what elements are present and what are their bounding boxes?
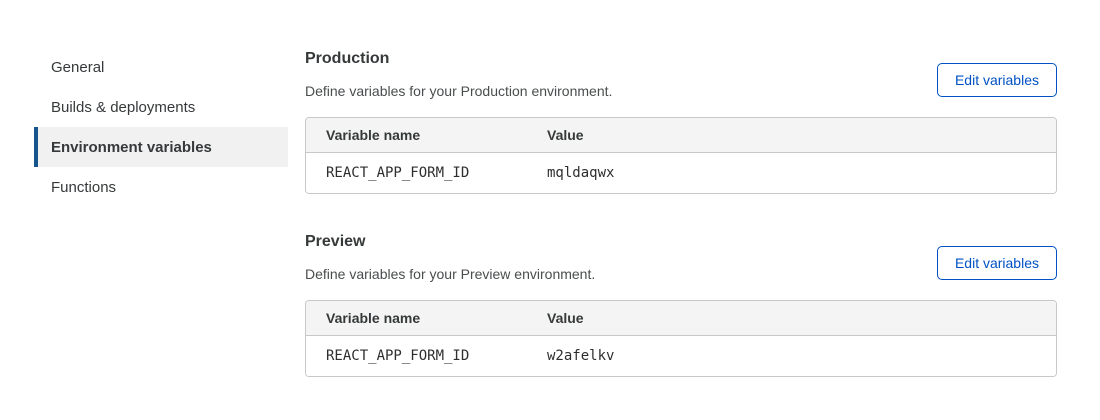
column-header-variable-name: Variable name <box>306 301 527 336</box>
environment-variables-content: Production Define variables for your Pro… <box>305 0 1057 413</box>
edit-variables-button-production[interactable]: Edit variables <box>937 63 1057 97</box>
sidebar-item-functions[interactable]: Functions <box>34 167 288 207</box>
edit-variables-button-preview[interactable]: Edit variables <box>937 246 1057 280</box>
sidebar-item-label: Environment variables <box>51 139 212 156</box>
production-variables-table: Variable name Value REACT_APP_FORM_ID mq… <box>305 117 1057 194</box>
variable-name-cell: REACT_APP_FORM_ID <box>306 336 527 377</box>
table-header-row: Variable name Value <box>306 118 1056 153</box>
variable-value-cell: w2afelkv <box>527 336 1056 377</box>
preview-section: Preview Define variables for your Previe… <box>305 230 1057 377</box>
table-row: REACT_APP_FORM_ID mqldaqwx <box>306 153 1056 194</box>
column-header-value: Value <box>527 118 1056 153</box>
sidebar-item-label: General <box>51 59 104 76</box>
production-section: Production Define variables for your Pro… <box>305 47 1057 194</box>
preview-variables-table: Variable name Value REACT_APP_FORM_ID w2… <box>305 300 1057 377</box>
column-header-variable-name: Variable name <box>306 118 527 153</box>
sidebar-item-environment-variables[interactable]: Environment variables <box>34 127 288 167</box>
column-header-value: Value <box>527 301 1056 336</box>
settings-page: General Builds & deployments Environment… <box>0 0 1100 413</box>
sidebar-item-label: Functions <box>51 179 116 196</box>
variable-name-cell: REACT_APP_FORM_ID <box>306 153 527 194</box>
table-row: REACT_APP_FORM_ID w2afelkv <box>306 336 1056 377</box>
table-header-row: Variable name Value <box>306 301 1056 336</box>
variable-value-cell: mqldaqwx <box>527 153 1056 194</box>
settings-sidebar: General Builds & deployments Environment… <box>34 0 288 413</box>
sidebar-item-builds-deployments[interactable]: Builds & deployments <box>34 87 288 127</box>
sidebar-item-general[interactable]: General <box>34 47 288 87</box>
sidebar-item-label: Builds & deployments <box>51 99 195 116</box>
